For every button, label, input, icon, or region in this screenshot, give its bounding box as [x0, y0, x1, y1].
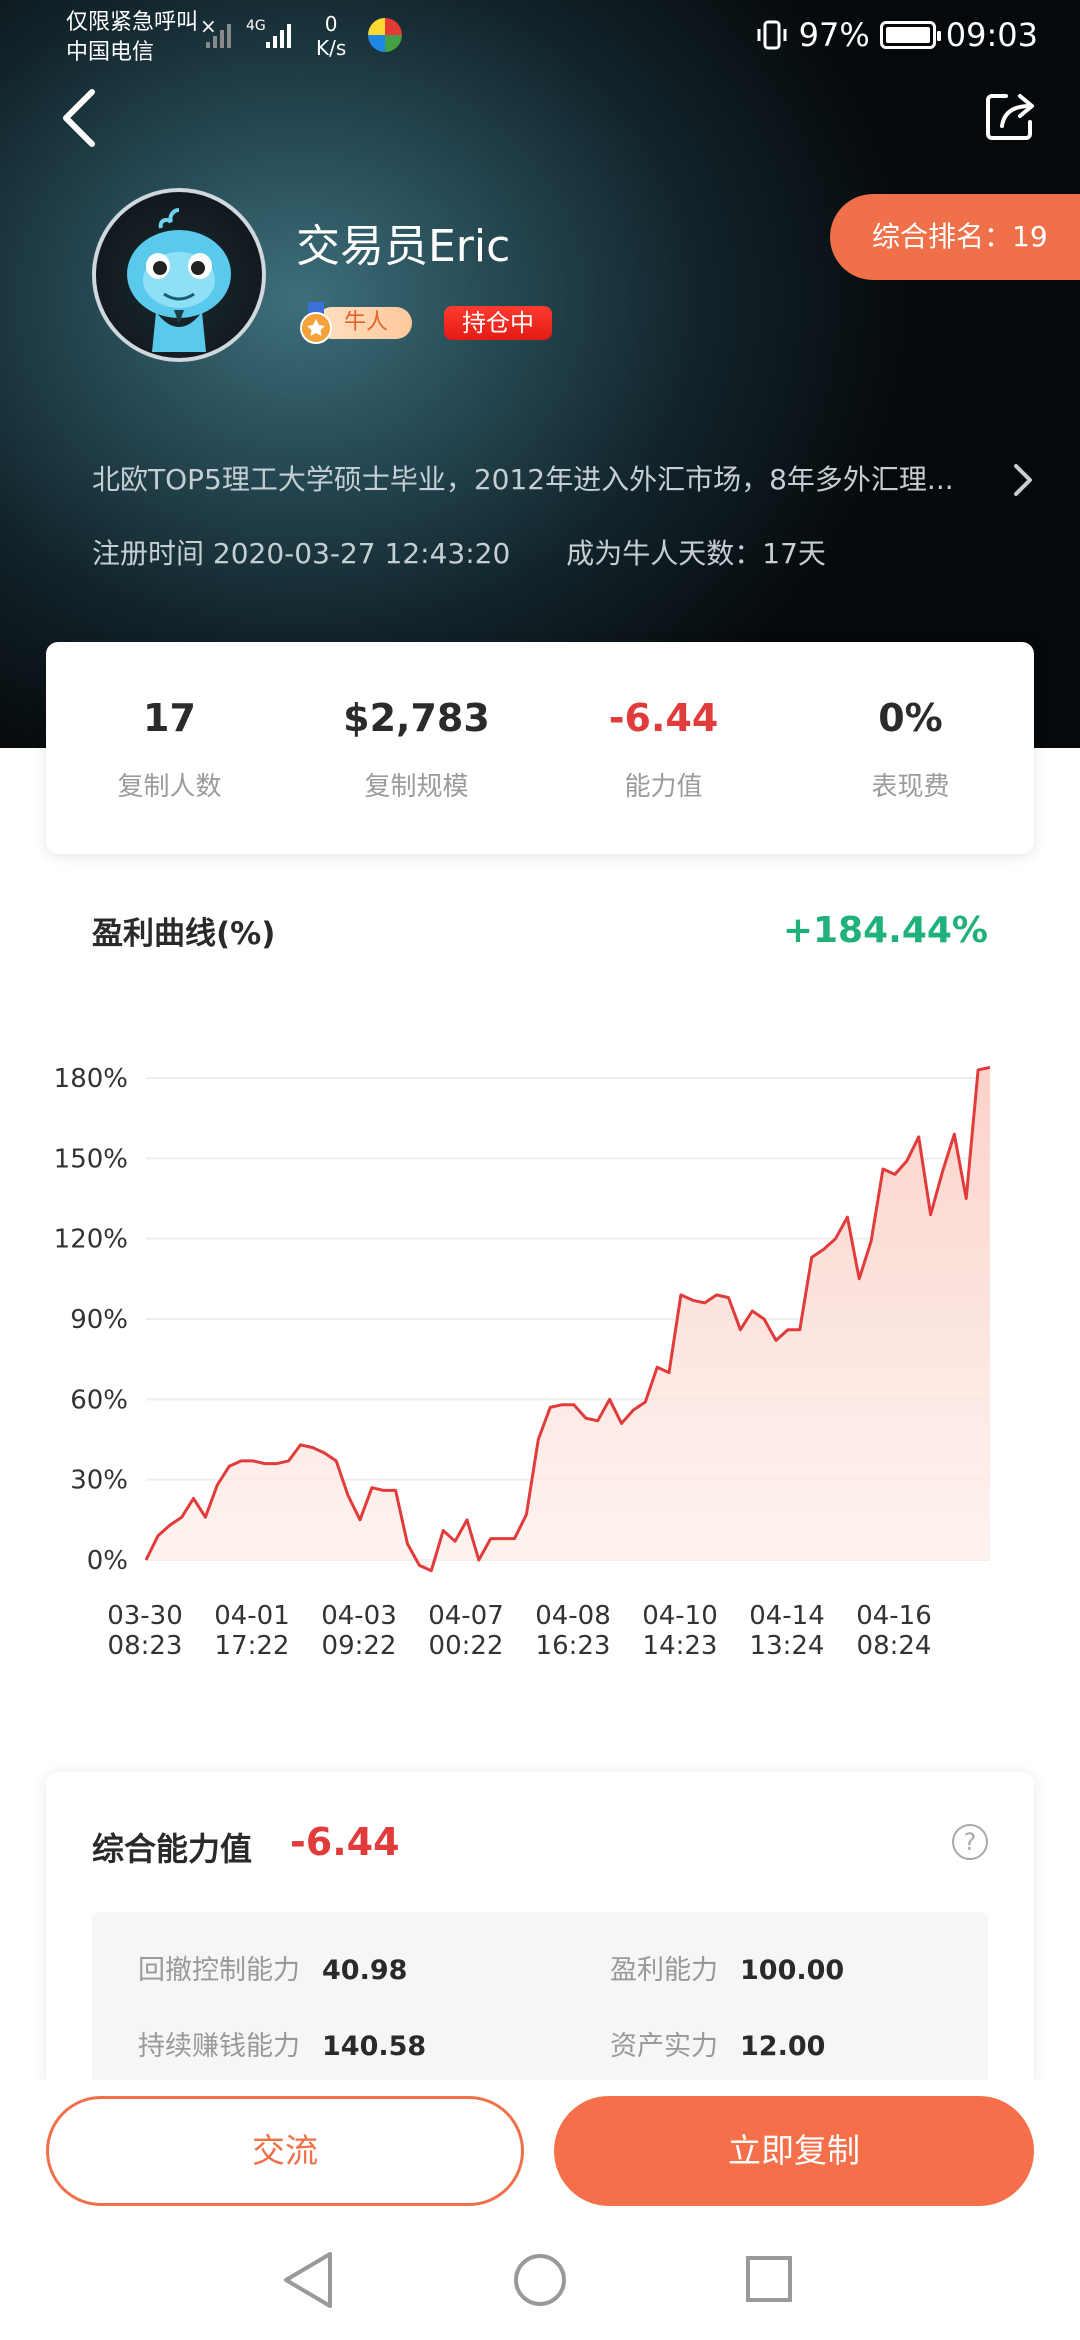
stat-value: -6.44	[608, 696, 719, 740]
x-tick-label: 14:23	[643, 1631, 718, 1661]
rank-badge[interactable]: 综合排名：19	[830, 194, 1080, 280]
nav-recents-icon[interactable]	[746, 2256, 792, 2302]
net-speed: 0 K/s	[316, 12, 346, 60]
ability-item-value: 12.00	[740, 2031, 826, 2062]
trader-profile-page: 仅限紧急呼叫 中国电信 × 4G 0 K/s 97% 09:03 交易员Eric…	[0, 0, 1080, 2340]
nav-home-icon[interactable]	[514, 2254, 566, 2306]
status-bar: 仅限紧急呼叫 中国电信 × 4G 0 K/s 97% 09:03	[0, 0, 1080, 72]
x-tick-label: 04-10	[642, 1601, 718, 1631]
trader-bio[interactable]: 北欧TOP5理工大学硕士毕业，2012年进入外汇市场，8年多外汇理...	[92, 458, 972, 498]
nav-back-icon[interactable]	[284, 2252, 332, 2308]
ability-item-value: 100.00	[740, 1955, 845, 1986]
medal-icon	[300, 302, 332, 344]
stat-value: 0%	[878, 696, 943, 740]
x-tick-label: 04-08	[535, 1601, 611, 1631]
stat-label: 复制人数	[117, 772, 222, 802]
share-icon[interactable]	[980, 86, 1040, 146]
stat-copiers: 17 复制人数	[46, 642, 293, 854]
x-tick-label: 08:23	[108, 1631, 183, 1661]
stat-value: 17	[143, 696, 196, 740]
ability-item: 盈利能力 100.00	[610, 1948, 844, 1987]
x-tick-label: 09:22	[322, 1631, 397, 1661]
vibrate-icon	[757, 20, 787, 50]
stat-ability: -6.44 能力值	[540, 642, 787, 854]
signal-icon	[206, 24, 231, 48]
x-tick-label: 00:22	[429, 1631, 504, 1661]
x-tick-label: 03-30	[107, 1601, 183, 1631]
signal-4g-icon	[266, 24, 291, 48]
app-notification-icon	[368, 18, 402, 52]
question-circle-icon[interactable]: ?	[952, 1824, 988, 1860]
net-speed-unit: K/s	[316, 36, 347, 60]
ability-title: 综合能力值	[92, 1830, 253, 1868]
niu-days: 成为牛人天数：17天	[566, 537, 826, 570]
holding-badge: 持仓中	[444, 306, 552, 340]
profile-header: 仅限紧急呼叫 中国电信 × 4G 0 K/s 97% 09:03 交易员Eric…	[0, 0, 1080, 748]
stat-performance-fee: 0% 表现费	[787, 642, 1034, 854]
ability-value: -6.44	[290, 1820, 400, 1864]
ability-item-label: 资产实力	[610, 2031, 718, 2062]
network-type: 4G	[246, 18, 266, 34]
ability-item-label: 持续赚钱能力	[138, 2031, 300, 2062]
x-tick-label: 08:24	[857, 1631, 932, 1661]
x-tick-label: 04-14	[749, 1601, 825, 1631]
stat-label: 复制规模	[364, 772, 469, 802]
copy-now-button[interactable]: 立即复制	[554, 2096, 1034, 2206]
status-right: 97% 09:03	[755, 16, 1038, 54]
clock: 09:03	[945, 16, 1038, 54]
niu-badge: 牛人	[296, 302, 414, 344]
x-tick-label: 04-01	[214, 1601, 290, 1631]
profit-curve-total-return: +184.44%	[782, 910, 988, 951]
battery-percent: 97%	[798, 16, 870, 54]
x-tick-label: 17:22	[215, 1631, 290, 1661]
ability-item: 资产实力 12.00	[610, 2024, 825, 2063]
ability-item-label: 回撤控制能力	[138, 1955, 300, 1986]
stat-label: 表现费	[871, 772, 950, 802]
register-info: 注册时间 2020-03-27 12:43:20 成为牛人天数：17天	[92, 532, 826, 572]
ability-item-label: 盈利能力	[610, 1955, 718, 1986]
profit-chart: 180%150%120%90%60%30%0% 03-3008:2304-011…	[54, 1064, 991, 1661]
carrier-info: 仅限紧急呼叫 中国电信	[66, 8, 198, 68]
x-tick-label: 16:23	[536, 1631, 611, 1661]
stats-card: 17 复制人数 $2,783 复制规模 -6.44 能力值 0% 表现费	[46, 642, 1034, 854]
x-tick-label: 13:24	[750, 1631, 825, 1661]
y-tick-label: 90%	[70, 1305, 128, 1335]
chevron-right-icon[interactable]	[1008, 460, 1038, 500]
stat-value: $2,783	[343, 696, 490, 740]
x-tick-label: 04-03	[321, 1601, 397, 1631]
carrier-name: 中国电信	[66, 40, 155, 65]
net-speed-value: 0	[324, 12, 338, 36]
ability-details: 回撤控制能力 40.98 盈利能力 100.00 持续赚钱能力 140.58 资产实力…	[92, 1912, 988, 2092]
system-nav-bar	[284, 2252, 792, 2308]
stat-label: 能力值	[624, 772, 703, 802]
ability-card: 综合能力值 -6.44 ? 回撤控制能力 40.98 盈利能力 100.00 持续赚…	[46, 1772, 1034, 2092]
y-tick-label: 0%	[87, 1546, 128, 1576]
y-tick-label: 120%	[54, 1225, 128, 1255]
username: 交易员Eric	[296, 221, 511, 272]
y-tick-label: 180%	[54, 1064, 128, 1094]
avatar[interactable]	[92, 188, 266, 362]
mascot-avatar-icon	[127, 208, 231, 352]
profit-curve-title: 盈利曲线(%)	[92, 916, 276, 952]
ability-item-value: 40.98	[322, 1955, 408, 1986]
ability-item-value: 140.58	[322, 2031, 427, 2062]
ability-item: 回撤控制能力 40.98	[138, 1948, 407, 1987]
y-tick-label: 60%	[70, 1385, 128, 1415]
register-time: 注册时间 2020-03-27 12:43:20	[92, 537, 511, 570]
y-tick-label: 30%	[70, 1466, 128, 1496]
ability-item: 持续赚钱能力 140.58	[138, 2024, 426, 2063]
x-tick-label: 04-16	[856, 1601, 932, 1631]
chat-button[interactable]: 交流	[46, 2096, 524, 2206]
stat-copy-scale: $2,783 复制规模	[293, 642, 540, 854]
carrier-emergency-text: 仅限紧急呼叫	[66, 10, 199, 35]
y-tick-label: 150%	[54, 1144, 128, 1174]
battery-icon	[879, 21, 941, 49]
back-icon[interactable]	[52, 86, 108, 150]
x-tick-label: 04-07	[428, 1601, 504, 1631]
